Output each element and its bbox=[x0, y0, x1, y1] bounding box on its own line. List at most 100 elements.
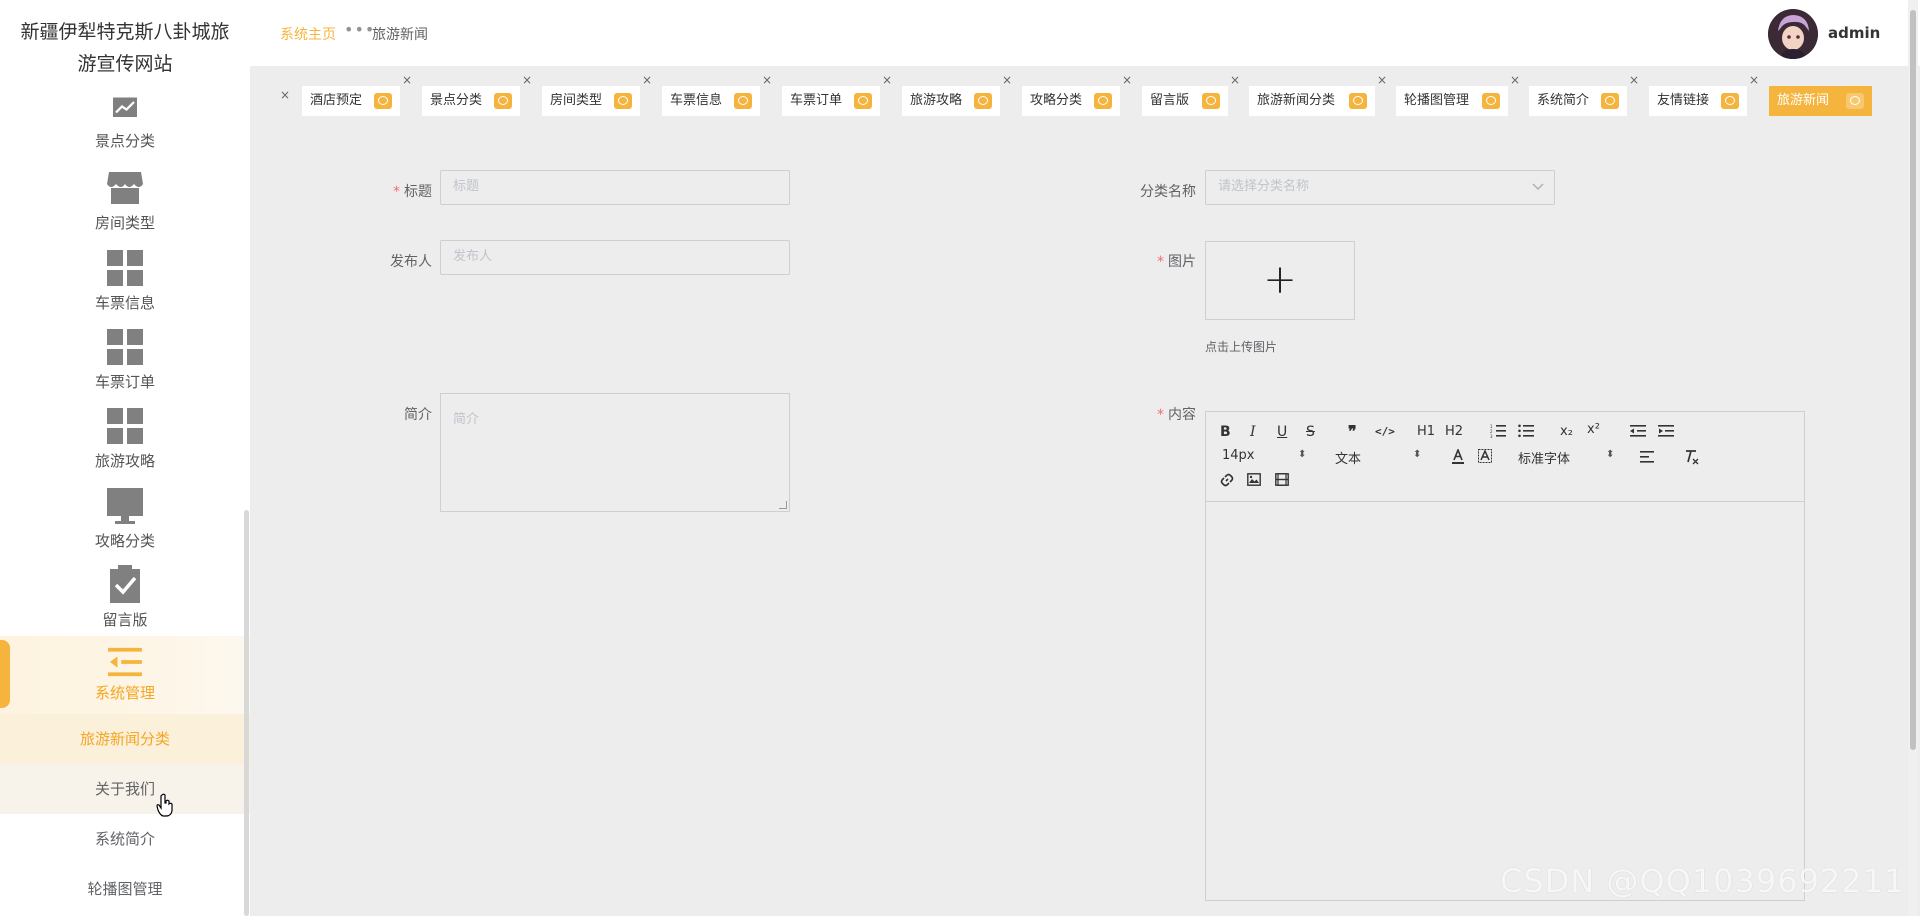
italic-button[interactable]: I bbox=[1250, 424, 1256, 440]
tag-close-icon[interactable]: × bbox=[1510, 74, 1520, 86]
page-scrollbar[interactable] bbox=[1908, 0, 1918, 916]
superscript-button[interactable]: x² bbox=[1587, 422, 1600, 437]
textarea-placeholder: 简介 bbox=[453, 412, 480, 427]
tag-refresh-icon[interactable] bbox=[494, 93, 512, 109]
font-family-select[interactable]: 标准字体 ⬍ bbox=[1518, 448, 1614, 467]
resize-handle-icon[interactable] bbox=[779, 501, 787, 509]
submenu-item-system-intro[interactable]: 系统简介 bbox=[0, 814, 250, 864]
tag-refresh-icon[interactable] bbox=[614, 93, 632, 109]
link-icon[interactable] bbox=[1220, 473, 1234, 487]
breadcrumb-home[interactable]: 系统主页 bbox=[280, 24, 336, 44]
intro-textarea[interactable]: 简介 bbox=[440, 393, 790, 512]
tag-refresh-icon[interactable] bbox=[1482, 93, 1500, 109]
bullet-list-icon[interactable] bbox=[1518, 424, 1534, 438]
image-insert-icon[interactable] bbox=[1247, 473, 1261, 486]
editor-toolbar: B I U S ❞ </> H1 H2 123 x₂ x² 14px ⬍ 文本 … bbox=[1206, 412, 1804, 502]
tag-close-icon[interactable]: × bbox=[642, 74, 652, 86]
tag-label: 车票信息 bbox=[670, 93, 723, 108]
tag-scenic-category[interactable]: 景点分类 × bbox=[422, 74, 532, 116]
tag-room-type[interactable]: 房间类型 × bbox=[542, 74, 652, 116]
tag-travel-news-active[interactable]: 旅游新闻 bbox=[1769, 86, 1872, 116]
image-upload-button[interactable]: + bbox=[1205, 241, 1355, 320]
sidebar-scrollbar[interactable] bbox=[244, 510, 249, 916]
tag-message-board[interactable]: 留言版 × bbox=[1142, 74, 1240, 116]
ordered-list-icon[interactable]: 123 bbox=[1490, 424, 1506, 438]
avatar[interactable] bbox=[1768, 9, 1818, 59]
tag-hotel-booking[interactable]: 酒店预定 × bbox=[302, 74, 412, 116]
tag-refresh-icon[interactable] bbox=[1721, 93, 1739, 109]
tag-close-icon[interactable]: × bbox=[1122, 74, 1132, 86]
tag-close-icon[interactable]: × bbox=[762, 74, 772, 86]
tag-carousel-management[interactable]: 轮播图管理 × bbox=[1396, 74, 1520, 116]
font-color-icon[interactable] bbox=[1451, 449, 1465, 465]
menu-item-ticket-info[interactable]: 车票信息 bbox=[0, 248, 250, 313]
strike-button[interactable]: S bbox=[1306, 424, 1315, 440]
menu-item-scenic-category[interactable]: 景点分类 bbox=[0, 96, 250, 151]
tag-friend-links[interactable]: 友情链接 × bbox=[1649, 74, 1759, 116]
video-insert-icon[interactable] bbox=[1275, 473, 1289, 486]
menu-item-room-type[interactable]: 房间类型 bbox=[0, 168, 250, 233]
underline-button[interactable]: U bbox=[1277, 424, 1287, 440]
tag-refresh-icon[interactable] bbox=[1846, 93, 1864, 109]
menu-label: 车票信息 bbox=[94, 294, 155, 312]
menu-item-travel-guide[interactable]: 旅游攻略 bbox=[0, 406, 250, 471]
category-select[interactable]: 请选择分类名称 bbox=[1205, 170, 1555, 205]
menu-label: 旅游攻略 bbox=[94, 452, 155, 470]
scrollbar-thumb[interactable] bbox=[1910, 10, 1916, 750]
tag-refresh-icon[interactable] bbox=[1202, 93, 1220, 109]
publisher-input[interactable]: 发布人 bbox=[440, 240, 790, 275]
username[interactable]: admin bbox=[1828, 24, 1880, 42]
submenu-item-carousel-management[interactable]: 轮播图管理 bbox=[0, 864, 250, 914]
tag-close-icon[interactable]: × bbox=[522, 74, 532, 86]
plus-icon: + bbox=[1263, 257, 1297, 303]
tag-close-icon[interactable]: × bbox=[1749, 74, 1759, 86]
blockquote-button[interactable]: ❞ bbox=[1348, 422, 1357, 441]
tag-close-icon[interactable]: × bbox=[1377, 74, 1387, 86]
menu-item-system-management[interactable]: 系统管理 bbox=[0, 636, 250, 714]
tag-close-icon[interactable]: × bbox=[882, 74, 892, 86]
tag-refresh-icon[interactable] bbox=[854, 93, 872, 109]
tag-refresh-icon[interactable] bbox=[1094, 93, 1112, 109]
tag-refresh-icon[interactable] bbox=[374, 93, 392, 109]
menu-label: 留言版 bbox=[102, 611, 148, 629]
block-type-select[interactable]: 文本 ⬍ bbox=[1335, 448, 1421, 467]
header2-button[interactable]: H2 bbox=[1445, 424, 1463, 439]
tag-label: 系统简介 bbox=[1537, 93, 1590, 108]
tag-travel-guide[interactable]: 旅游攻略 × bbox=[902, 74, 1012, 116]
code-block-button[interactable]: </> bbox=[1375, 425, 1395, 438]
bold-button[interactable]: B bbox=[1220, 424, 1231, 440]
tag-guide-category[interactable]: 攻略分类 × bbox=[1022, 74, 1132, 116]
submenu-item-about-us[interactable]: 关于我们 bbox=[0, 764, 250, 814]
subscript-button[interactable]: x₂ bbox=[1560, 424, 1573, 439]
menu-item-guide-category[interactable]: 攻略分类 bbox=[0, 486, 250, 551]
tag-close-icon[interactable]: × bbox=[280, 88, 290, 102]
indent-icon[interactable] bbox=[1658, 424, 1674, 438]
align-left-icon[interactable] bbox=[1640, 450, 1656, 464]
submenu-item-news-category[interactable]: 旅游新闻分类 bbox=[0, 714, 250, 764]
menu-item-message-board[interactable]: 留言版 bbox=[0, 565, 250, 630]
tag-news-category[interactable]: 旅游新闻分类 × bbox=[1249, 74, 1387, 116]
tag-close-icon[interactable]: × bbox=[1230, 74, 1240, 86]
tag-ticket-order[interactable]: 车票订单 × bbox=[782, 74, 892, 116]
tag-close-icon[interactable]: × bbox=[402, 74, 412, 86]
tag-system-intro[interactable]: 系统简介 × bbox=[1529, 74, 1639, 116]
tag-close-icon[interactable]: × bbox=[1002, 74, 1012, 86]
tag-refresh-icon[interactable] bbox=[974, 93, 992, 109]
tag-refresh-icon[interactable] bbox=[734, 93, 752, 109]
menu-item-ticket-order[interactable]: 车票订单 bbox=[0, 327, 250, 392]
tag-close-icon[interactable]: × bbox=[1629, 74, 1639, 86]
tag-ticket-info[interactable]: 车票信息 × bbox=[662, 74, 772, 116]
header1-button[interactable]: H1 bbox=[1417, 424, 1435, 439]
clear-format-icon[interactable] bbox=[1684, 449, 1700, 465]
chart-icon bbox=[113, 97, 137, 117]
font-size-select[interactable]: 14px ⬍ bbox=[1222, 448, 1307, 463]
site-title: 新疆伊犁特克斯八卦城旅游宣传网站 bbox=[20, 21, 230, 75]
tag-refresh-icon[interactable] bbox=[1349, 93, 1367, 109]
background-color-icon[interactable] bbox=[1478, 449, 1492, 465]
title-input[interactable]: 标题 bbox=[440, 170, 790, 205]
outdent-icon[interactable] bbox=[1630, 424, 1646, 438]
tag-label: 酒店预定 bbox=[310, 93, 363, 108]
select-value: 14px bbox=[1222, 448, 1255, 463]
tag-refresh-icon[interactable] bbox=[1601, 93, 1619, 109]
shop-icon bbox=[107, 172, 143, 204]
